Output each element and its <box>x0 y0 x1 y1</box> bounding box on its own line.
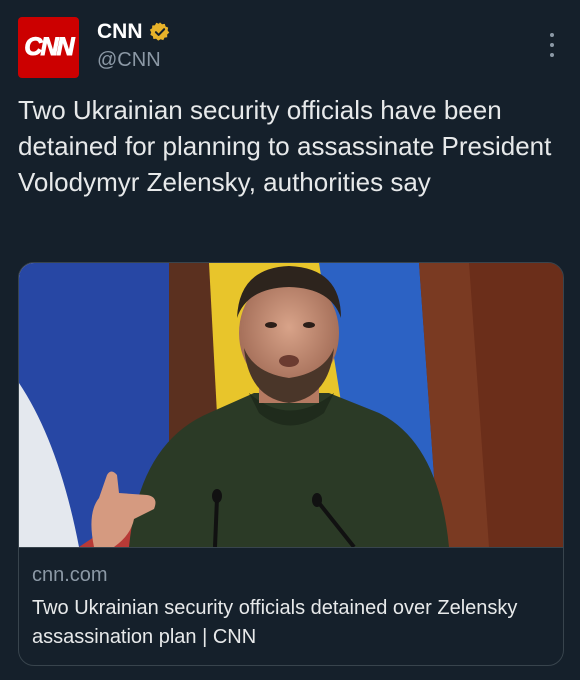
avatar-logo-text: CNN <box>24 33 75 62</box>
card-footer[interactable]: cnn.com Two Ukrainian security officials… <box>19 547 563 665</box>
card-title: Two Ukrainian security officials detaine… <box>32 597 518 648</box>
card-domain: cnn.com <box>32 564 108 586</box>
tweet-header: CNN CNN @CNN <box>18 17 562 79</box>
link-card[interactable]: cnn.com Two Ukrainian security officials… <box>18 262 564 666</box>
dot <box>550 43 554 47</box>
tweet-text: Two Ukrainian security officials have be… <box>18 95 552 197</box>
more-options-icon[interactable] <box>542 33 562 57</box>
verified-badge-icon[interactable] <box>149 21 171 43</box>
display-name[interactable]: CNN <box>97 20 143 44</box>
zelensky-photo <box>19 263 563 547</box>
handle[interactable]: @CNN <box>97 49 161 72</box>
dot <box>550 53 554 57</box>
avatar[interactable]: CNN <box>18 17 79 78</box>
name-row: CNN <box>97 20 171 44</box>
dot <box>550 33 554 37</box>
card-image[interactable] <box>19 263 563 547</box>
